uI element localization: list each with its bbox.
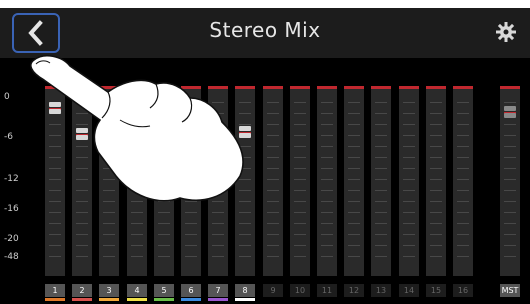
- top-bar: Stereo Mix: [0, 8, 530, 58]
- scale-label: 0: [4, 92, 10, 102]
- channel-strip[interactable]: 16: [453, 86, 473, 304]
- channel-strip[interactable]: 13: [371, 86, 391, 304]
- channel-strip[interactable]: 6: [181, 86, 201, 304]
- channel-number[interactable]: 13: [371, 284, 391, 297]
- channel-strip[interactable]: 12: [344, 86, 364, 304]
- clip-indicator: [208, 86, 228, 89]
- channel-number[interactable]: 16: [453, 284, 473, 297]
- channel-color-bar: [235, 298, 255, 301]
- channel-color-bar: [154, 298, 174, 301]
- fader-knob[interactable]: [237, 126, 253, 150]
- scale-label: -48: [4, 252, 19, 262]
- channel-number[interactable]: 12: [344, 284, 364, 297]
- channel-strip[interactable]: 5: [154, 86, 174, 304]
- channel-number[interactable]: MST: [500, 284, 520, 297]
- clip-indicator: [399, 86, 419, 89]
- channel-color-bar: [127, 298, 147, 301]
- channel-color-bar: [181, 298, 201, 301]
- clip-indicator: [127, 86, 147, 89]
- fader-knob[interactable]: [47, 102, 63, 126]
- channel-color-bar: [208, 298, 228, 301]
- clip-indicator: [453, 86, 473, 89]
- fader-ticks: [131, 102, 143, 262]
- scale-label: -12: [4, 174, 19, 184]
- channel-number[interactable]: 8: [235, 284, 255, 297]
- channel-strip[interactable]: 7: [208, 86, 228, 304]
- fader-knob[interactable]: [183, 120, 199, 144]
- fader-ticks: [430, 102, 442, 262]
- device-screen-frame: Stereo Mix 0 -6 -12 -16 -20 -48 1 2 3 4 …: [0, 0, 530, 304]
- clip-indicator: [344, 86, 364, 89]
- fader-knob[interactable]: [502, 106, 518, 130]
- clip-indicator: [45, 86, 65, 89]
- settings-button[interactable]: [492, 18, 520, 46]
- channel-strip[interactable]: 15: [426, 86, 446, 304]
- channel-number[interactable]: 7: [208, 284, 228, 297]
- mixer-area: 0 -6 -12 -16 -20 -48 1 2 3 4 5 6 7 8 9 10 11 12 13 14 15 16 M…: [0, 58, 530, 304]
- channel-strip[interactable]: 4: [127, 86, 147, 304]
- channel-number[interactable]: 1: [45, 284, 65, 297]
- channel-number[interactable]: 2: [72, 284, 92, 297]
- clip-indicator: [235, 86, 255, 89]
- channel-number[interactable]: 15: [426, 284, 446, 297]
- fader-ticks: [375, 102, 387, 262]
- channel-number[interactable]: 3: [99, 284, 119, 297]
- channel-color-bar: [72, 298, 92, 301]
- channel-strip[interactable]: 9: [263, 86, 283, 304]
- clip-indicator: [500, 86, 520, 89]
- fader-ticks: [76, 102, 88, 262]
- fader-knob[interactable]: [129, 128, 145, 152]
- screen: Stereo Mix 0 -6 -12 -16 -20 -48 1 2 3 4 …: [0, 8, 530, 304]
- channel-strip[interactable]: 8: [235, 86, 255, 304]
- clip-indicator: [263, 86, 283, 89]
- fader-ticks: [49, 102, 61, 262]
- clip-indicator: [72, 86, 92, 89]
- channel-strip[interactable]: 10: [290, 86, 310, 304]
- channel-number[interactable]: 9: [263, 284, 283, 297]
- fader-ticks: [348, 102, 360, 262]
- scale-label: -16: [4, 204, 19, 214]
- channel-number[interactable]: 5: [154, 284, 174, 297]
- page-title: Stereo Mix: [209, 18, 321, 42]
- fader-ticks: [294, 102, 306, 262]
- clip-indicator: [181, 86, 201, 89]
- channel-number[interactable]: 4: [127, 284, 147, 297]
- channel-strip[interactable]: 2: [72, 86, 92, 304]
- fader-knob[interactable]: [101, 124, 117, 148]
- channel-color-bar: [45, 298, 65, 301]
- scale-label: -6: [4, 132, 13, 142]
- fader-ticks: [457, 102, 469, 262]
- channel-strip[interactable]: 3: [99, 86, 119, 304]
- fader-ticks: [267, 102, 279, 262]
- scale-label: -20: [4, 234, 19, 244]
- channel-number[interactable]: 11: [317, 284, 337, 297]
- channel-number[interactable]: 14: [399, 284, 419, 297]
- clip-indicator: [317, 86, 337, 89]
- clip-indicator: [426, 86, 446, 89]
- fader-ticks: [321, 102, 333, 262]
- channel-strip[interactable]: 14: [399, 86, 419, 304]
- channel-strip[interactable]: 11: [317, 86, 337, 304]
- channel-strip[interactable]: 1: [45, 86, 65, 304]
- clip-indicator: [290, 86, 310, 89]
- channel-number[interactable]: 10: [290, 284, 310, 297]
- clip-indicator: [154, 86, 174, 89]
- channel-color-bar: [99, 298, 119, 301]
- gear-icon: [496, 22, 516, 42]
- fader-ticks: [403, 102, 415, 262]
- clip-indicator: [371, 86, 391, 89]
- clip-indicator: [99, 86, 119, 89]
- channel-number[interactable]: 6: [181, 284, 201, 297]
- fader-knob[interactable]: [156, 122, 172, 146]
- fader-knob[interactable]: [210, 126, 226, 150]
- fader-knob[interactable]: [74, 128, 90, 152]
- channel-strip[interactable]: MST: [500, 86, 520, 304]
